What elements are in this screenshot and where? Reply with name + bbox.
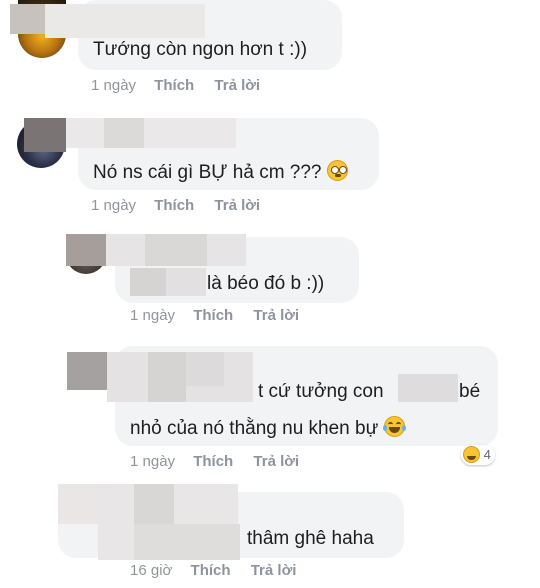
blurred-author-name	[104, 118, 144, 148]
comment-meta: 1 ngày Thích Trả lời	[130, 308, 299, 323]
comment-meta: 1 ngày Thích Trả lời	[91, 78, 260, 93]
comment-text: bé	[459, 381, 481, 402]
comment-time[interactable]: 1 ngày	[130, 307, 175, 324]
like-link[interactable]: Thích	[193, 453, 233, 470]
comment-text: là béo đó b :))	[207, 273, 325, 294]
like-link[interactable]: Thích	[154, 197, 194, 214]
comment-text: Tướng còn ngon hơn t :))	[93, 39, 308, 60]
like-link[interactable]: Thích	[191, 562, 231, 579]
blurred-author-name	[186, 352, 224, 386]
like-link[interactable]: Thích	[193, 307, 233, 324]
blurred-author-name	[134, 484, 174, 524]
blurred-author-name	[66, 234, 106, 266]
flushed-face-icon	[326, 160, 348, 181]
reply-link[interactable]: Trả lời	[251, 562, 297, 579]
blurred-author-name	[145, 234, 207, 266]
blurred-author-name	[134, 524, 240, 560]
comment-meta: 1 ngày Thích Trả lời	[91, 198, 260, 213]
reply-link[interactable]: Trả lời	[214, 77, 260, 94]
reaction-badge[interactable]: 4	[461, 445, 495, 465]
blurred-author-name	[66, 118, 236, 148]
blurred-author-name	[148, 352, 186, 402]
blurred-mention	[398, 374, 458, 402]
reply-link[interactable]: Trả lời	[253, 307, 299, 324]
blurred-author-name	[45, 4, 205, 38]
avatar[interactable]	[67, 352, 107, 390]
reply-link[interactable]: Trả lời	[214, 197, 260, 214]
laughing-tears-icon	[463, 446, 480, 463]
blurred-author-name	[24, 118, 66, 152]
laughing-tears-icon	[382, 416, 406, 437]
blurred-mention	[130, 268, 166, 296]
reply-link[interactable]: Trả lời	[253, 453, 299, 470]
comment-text: thâm ghê haha	[247, 528, 374, 549]
like-link[interactable]: Thích	[154, 77, 194, 94]
comment-text: t cứ tưởng con	[258, 381, 384, 402]
comment-time[interactable]: 16 giờ	[130, 562, 172, 579]
comment-text: Nó ns cái gì BỰ hả cm ???	[93, 160, 348, 182]
comment-time[interactable]: 1 ngày	[91, 197, 136, 214]
comment-text: nhỏ của nó thằng nu khen bự	[130, 416, 406, 438]
comment-time[interactable]: 1 ngày	[91, 77, 136, 94]
comment-meta: 16 giờ Thích Trả lời	[130, 563, 296, 578]
reaction-count: 4	[483, 447, 491, 462]
comment-time[interactable]: 1 ngày	[130, 453, 175, 470]
comment-meta: 1 ngày Thích Trả lời	[130, 454, 299, 469]
avatar[interactable]	[58, 484, 98, 524]
